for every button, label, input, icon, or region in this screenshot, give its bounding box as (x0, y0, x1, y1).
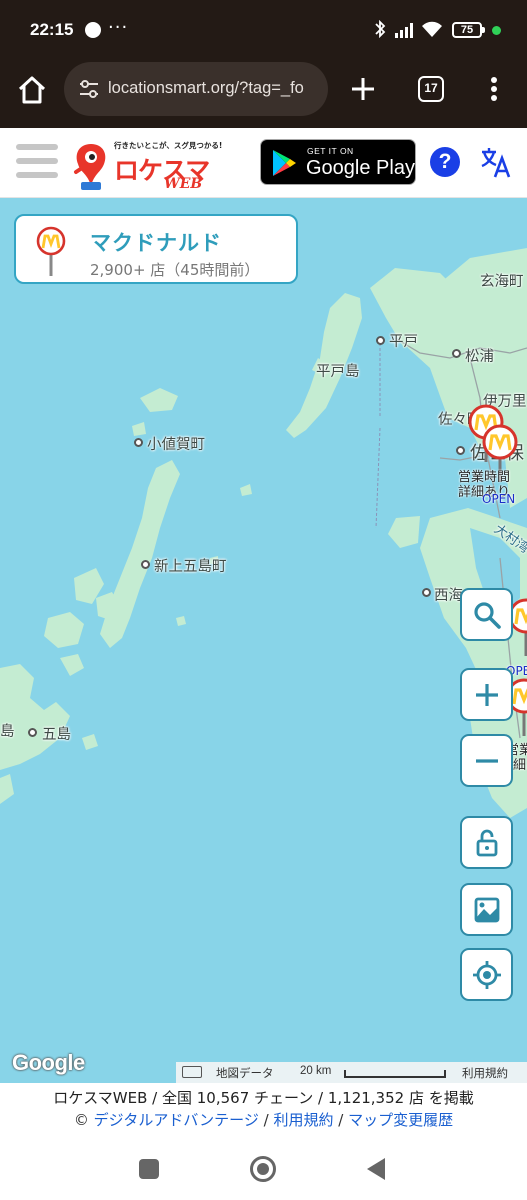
hamburger-icon[interactable] (16, 144, 58, 180)
place-dot (452, 349, 461, 358)
system-nav-bar (0, 1133, 527, 1200)
gplay-small-text: GET IT ON (307, 146, 354, 156)
lock-button[interactable] (460, 816, 513, 869)
store-chain-name: マクドナルド (90, 231, 222, 255)
site-header: 行きたいとこが、スグ見つかる! ロケスマ WEB GET IT ON Googl… (0, 128, 527, 198)
url-text[interactable]: locationsmart.org/?tag=_fo (108, 79, 320, 98)
company-link[interactable]: デジタルアドバンテージ (94, 1111, 259, 1129)
site-settings-icon[interactable] (78, 79, 100, 99)
screen: 22:15 ··· 75 locationsmart.org/?tag=_fo … (0, 0, 527, 1200)
home-button[interactable] (250, 1156, 276, 1182)
locate-button[interactable] (460, 948, 513, 1001)
keyboard-icon[interactable] (182, 1066, 202, 1078)
bluetooth-icon (373, 19, 387, 42)
site-logo[interactable]: 行きたいとこが、スグ見つかる! ロケスマ WEB (72, 136, 223, 194)
map-land (0, 248, 527, 818)
image-icon (474, 897, 500, 923)
wifi-icon (422, 21, 442, 37)
gplay-big-text: Google Play (306, 157, 415, 179)
status-bar: 22:15 ··· 75 (0, 0, 527, 58)
site-footer: ロケスマWEB / 全国 10,567 チェーン / 1,121,352 店 を… (0, 1083, 527, 1133)
zoom-in-button[interactable] (460, 668, 513, 721)
back-button[interactable] (367, 1158, 385, 1180)
charging-dot-icon (492, 26, 501, 35)
place-dot (422, 588, 431, 597)
footer-stats: ロケスマWEB / 全国 10,567 チェーン / 1,121,352 店 を… (53, 1089, 474, 1107)
search-icon (474, 602, 501, 629)
address-bar[interactable]: locationsmart.org/?tag=_fo (64, 62, 328, 116)
separator: / (263, 1111, 269, 1129)
line-icon (85, 22, 101, 38)
place-dot (376, 336, 385, 345)
place-dot (456, 446, 465, 455)
logo-web-text: WEB (164, 176, 203, 192)
map-terms-link[interactable]: 利用規約 (462, 1065, 508, 1081)
scale-label: 20 km (300, 1065, 332, 1077)
google-play-icon (273, 150, 296, 176)
place-label: 松浦 (465, 349, 494, 365)
translate-icon[interactable] (480, 145, 512, 179)
help-icon[interactable]: ? (430, 147, 460, 177)
place-label: 五島 (42, 727, 71, 743)
battery-icon: 75 (452, 22, 485, 38)
more-notifications-indicator: ··· (108, 17, 129, 38)
pin-hours-label: 営業時間 (458, 470, 511, 485)
browser-toolbar: locationsmart.org/?tag=_fo 17 (0, 58, 527, 128)
mascot-icon (74, 144, 106, 190)
place-dot (28, 728, 37, 737)
minus-icon (476, 759, 498, 763)
logo-tagline: 行きたいとこが、スグ見つかる! (114, 141, 223, 150)
menu-icon[interactable] (482, 74, 506, 104)
google-play-badge[interactable]: GET IT ON Google Play (260, 139, 416, 185)
store-count: 2,900+ 店（45時間前） (90, 261, 260, 279)
layer-button[interactable] (460, 883, 513, 936)
place-label: 新上五島町 (154, 559, 227, 575)
new-tab-icon[interactable] (346, 72, 380, 106)
footer-links: © デジタルアドバンテージ / 利用規約 / マップ変更履歴 (0, 1109, 527, 1130)
search-button[interactable] (460, 588, 513, 641)
terms-link[interactable]: 利用規約 (273, 1111, 333, 1129)
crosshair-icon (473, 961, 501, 989)
place-label: 西海 (434, 588, 463, 604)
place-dot (134, 438, 143, 447)
map-attribution: 地図データ 20 km 利用規約 (176, 1062, 527, 1083)
pin-open-label: OPEN (482, 492, 516, 506)
tab-switcher-button[interactable]: 17 (418, 76, 444, 102)
place-label: 島 (0, 724, 15, 740)
home-icon[interactable] (14, 72, 50, 108)
separator: / (338, 1111, 344, 1129)
copyright-symbol: © (73, 1111, 89, 1129)
recents-button[interactable] (139, 1159, 159, 1179)
place-label: 平戸島 (316, 364, 360, 380)
place-label: 平戸 (389, 334, 418, 350)
map-history-link[interactable]: マップ変更履歴 (348, 1111, 453, 1129)
plus-icon (476, 684, 498, 706)
place-label: 玄海町 (480, 274, 524, 290)
google-logo: Google (12, 1050, 85, 1075)
mcdonalds-icon (36, 226, 66, 276)
map-view[interactable]: 玄海町 平戸 松浦 平戸島 伊万里 佐々町 佐世保 小値賀町 新上五島町 西海 … (0, 198, 527, 1083)
zoom-out-button[interactable] (460, 734, 513, 787)
unlock-icon (476, 829, 498, 857)
store-chain-card[interactable]: マクドナルド 2,900+ 店（45時間前） (14, 214, 298, 284)
place-dot (141, 560, 150, 569)
map-data-link[interactable]: 地図データ (216, 1065, 274, 1081)
scale-bar (344, 1070, 446, 1078)
signal-icon (395, 23, 413, 38)
status-time: 22:15 (30, 20, 74, 39)
place-label: 小値賀町 (147, 437, 205, 453)
